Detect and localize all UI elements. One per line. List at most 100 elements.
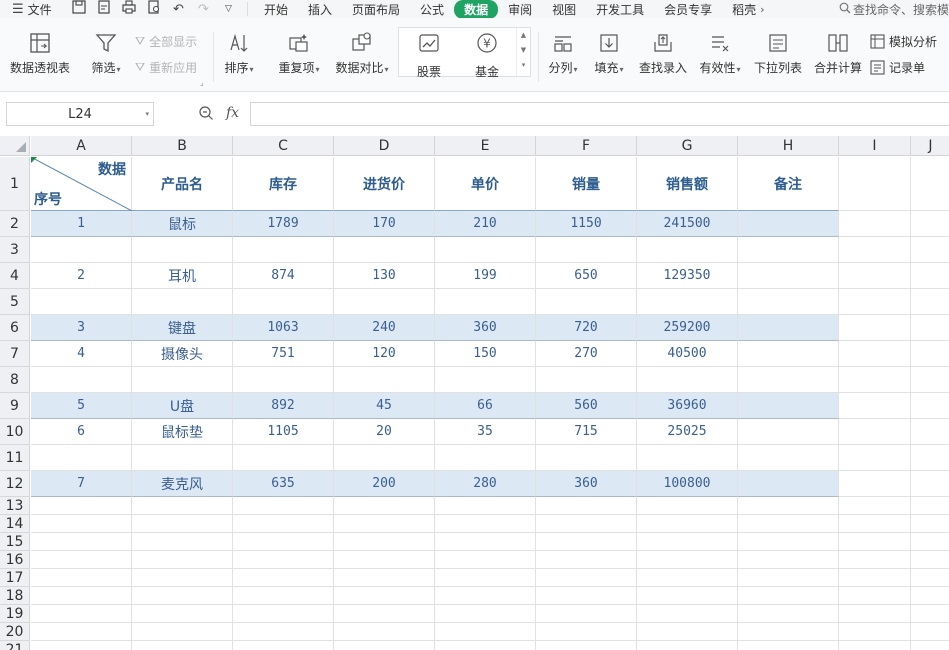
row-header-4[interactable]: 4 (0, 263, 30, 289)
empty-cell[interactable] (911, 569, 949, 587)
table-cell[interactable]: 1 (31, 211, 132, 237)
empty-cell[interactable] (911, 605, 949, 623)
consolidate-button[interactable]: 合并计算 (812, 32, 864, 76)
empty-cell[interactable] (637, 515, 738, 533)
empty-cell[interactable] (738, 445, 839, 471)
empty-cell[interactable] (637, 551, 738, 569)
column-header-e[interactable]: E (435, 136, 536, 156)
empty-cell[interactable] (435, 367, 536, 393)
row-header-2[interactable]: 2 (0, 211, 30, 237)
empty-cell[interactable] (536, 497, 637, 515)
empty-cell[interactable] (911, 393, 949, 419)
table-cell[interactable]: 35 (435, 419, 536, 445)
empty-cell[interactable] (435, 569, 536, 587)
select-all-corner[interactable] (0, 136, 30, 156)
empty-cell[interactable] (839, 551, 911, 569)
tab-member[interactable]: 会员专享 (654, 1, 722, 18)
table-cell[interactable]: 280 (435, 471, 536, 497)
formula-input[interactable] (250, 102, 949, 126)
empty-cell[interactable] (536, 605, 637, 623)
empty-cell[interactable] (911, 419, 949, 445)
table-cell[interactable]: 3 (31, 315, 132, 341)
table-cell[interactable] (738, 211, 839, 237)
row-header-6[interactable]: 6 (0, 315, 30, 341)
column-header-b[interactable]: B (132, 136, 233, 156)
text-to-columns-button[interactable]: 分列▾ (544, 32, 582, 76)
empty-cell[interactable] (31, 497, 132, 515)
empty-cell[interactable] (839, 263, 911, 289)
empty-cell[interactable] (31, 445, 132, 471)
empty-cell[interactable] (31, 623, 132, 641)
empty-cell[interactable] (536, 533, 637, 551)
table-cell[interactable]: 360 (435, 315, 536, 341)
empty-cell[interactable] (334, 237, 435, 263)
empty-cell[interactable] (31, 569, 132, 587)
empty-cell[interactable] (536, 367, 637, 393)
row-header-14[interactable]: 14 (0, 515, 30, 533)
column-header-c[interactable]: C (233, 136, 334, 156)
show-all-button[interactable]: ⛛ 全部显示 (135, 33, 197, 50)
table-cell[interactable]: 751 (233, 341, 334, 367)
empty-cell[interactable] (536, 445, 637, 471)
table-cell[interactable]: 560 (536, 393, 637, 419)
table-cell[interactable]: 麦克风 (132, 471, 233, 497)
empty-cell[interactable] (31, 367, 132, 393)
empty-cell[interactable] (31, 533, 132, 551)
pivot-table-button[interactable]: 数据透视表 (8, 32, 72, 76)
column-header-f[interactable]: F (536, 136, 637, 156)
table-cell[interactable]: 150 (435, 341, 536, 367)
record-form-button[interactable]: 记录单 (870, 59, 925, 76)
empty-cell[interactable] (334, 497, 435, 515)
save-icon[interactable] (66, 0, 91, 18)
fund-button[interactable]: ¥ 基金 (459, 32, 515, 80)
table-cell[interactable]: 130 (334, 263, 435, 289)
column-header-g[interactable]: G (637, 136, 738, 156)
empty-cell[interactable] (637, 237, 738, 263)
tab-formulas[interactable]: 公式 (410, 1, 454, 18)
table-cell[interactable]: 715 (536, 419, 637, 445)
empty-cell[interactable] (132, 551, 233, 569)
row-header-5[interactable]: 5 (0, 289, 30, 315)
empty-cell[interactable] (911, 641, 949, 650)
table-cell[interactable]: 170 (334, 211, 435, 237)
empty-cell[interactable] (839, 341, 911, 367)
empty-cell[interactable] (334, 587, 435, 605)
empty-cell[interactable] (536, 289, 637, 315)
row-header-16[interactable]: 16 (0, 551, 30, 569)
table-cell[interactable]: 360 (536, 471, 637, 497)
data-compare-button[interactable]: 数据对比▾ (332, 32, 392, 76)
table-cell[interactable] (738, 471, 839, 497)
header-cell[interactable]: 产品名 (132, 157, 233, 211)
zoom-search-icon[interactable] (198, 105, 214, 125)
empty-cell[interactable] (233, 587, 334, 605)
empty-cell[interactable] (738, 569, 839, 587)
fill-button[interactable]: 填充▾ (590, 32, 628, 76)
empty-cell[interactable] (911, 341, 949, 367)
empty-cell[interactable] (911, 367, 949, 393)
empty-cell[interactable] (536, 641, 637, 650)
empty-cell[interactable] (31, 605, 132, 623)
undo-icon[interactable]: ↶ (166, 2, 191, 17)
empty-cell[interactable] (637, 445, 738, 471)
empty-cell[interactable] (132, 641, 233, 650)
empty-cell[interactable] (334, 289, 435, 315)
table-cell[interactable]: 100800 (637, 471, 738, 497)
empty-cell[interactable] (839, 497, 911, 515)
row-header-8[interactable]: 8 (0, 367, 30, 393)
empty-cell[interactable] (738, 641, 839, 650)
row-header-7[interactable]: 7 (0, 341, 30, 367)
empty-cell[interactable] (132, 515, 233, 533)
table-cell[interactable]: 2 (31, 263, 132, 289)
column-header-d[interactable]: D (334, 136, 435, 156)
empty-cell[interactable] (334, 445, 435, 471)
empty-cell[interactable] (738, 533, 839, 551)
empty-cell[interactable] (839, 445, 911, 471)
row-header-10[interactable]: 10 (0, 419, 30, 445)
empty-cell[interactable] (435, 641, 536, 650)
empty-cell[interactable] (637, 497, 738, 515)
empty-cell[interactable] (132, 289, 233, 315)
tab-review[interactable]: 审阅 (498, 1, 542, 18)
tab-home[interactable]: 开始 (254, 1, 298, 18)
table-cell[interactable]: 270 (536, 341, 637, 367)
empty-cell[interactable] (132, 533, 233, 551)
